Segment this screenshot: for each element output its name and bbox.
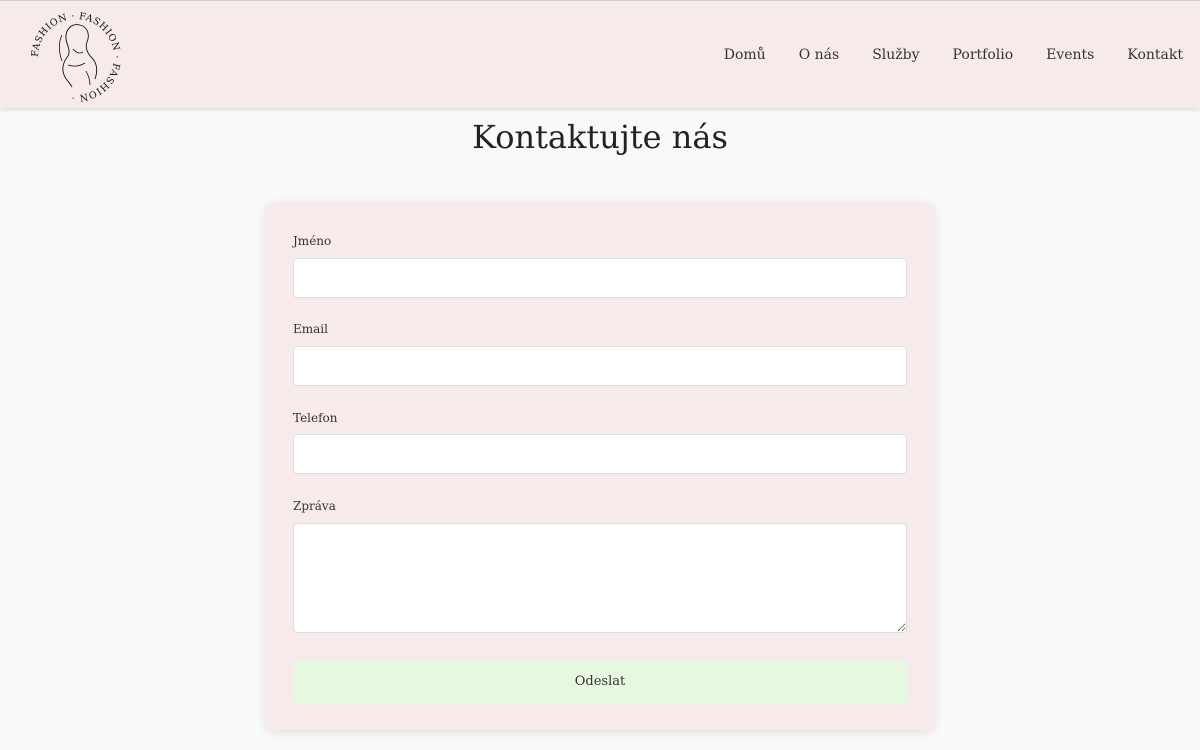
- brand-logo[interactable]: FASHION · FASHION · FASHION ·: [28, 9, 124, 105]
- nav-item-home[interactable]: Domů: [724, 47, 766, 63]
- page-title: Kontaktujte nás: [472, 118, 728, 156]
- nav-item-contact[interactable]: Kontakt: [1127, 47, 1183, 63]
- nav-item-services[interactable]: Služby: [872, 47, 919, 63]
- phone-input[interactable]: [293, 434, 907, 474]
- contact-form: Jméno Email Telefon Zpráva Odeslat: [266, 203, 934, 730]
- woman-line-art-icon: FASHION · FASHION · FASHION ·: [30, 11, 122, 103]
- nav-item-about[interactable]: O nás: [799, 47, 839, 63]
- email-input[interactable]: [293, 346, 907, 386]
- submit-button[interactable]: Odeslat: [293, 660, 907, 703]
- site-header: FASHION · FASHION · FASHION · Domů O nás…: [0, 0, 1200, 108]
- message-label: Zpráva: [293, 499, 336, 513]
- name-label: Jméno: [293, 234, 332, 248]
- name-input[interactable]: [293, 258, 907, 298]
- nav-item-events[interactable]: Events: [1046, 47, 1094, 63]
- nav-item-portfolio[interactable]: Portfolio: [953, 47, 1014, 63]
- main-nav: Domů O nás Služby Portfolio Events Konta…: [724, 1, 1200, 109]
- email-label: Email: [293, 322, 328, 336]
- phone-label: Telefon: [293, 411, 338, 425]
- message-textarea[interactable]: [293, 523, 907, 633]
